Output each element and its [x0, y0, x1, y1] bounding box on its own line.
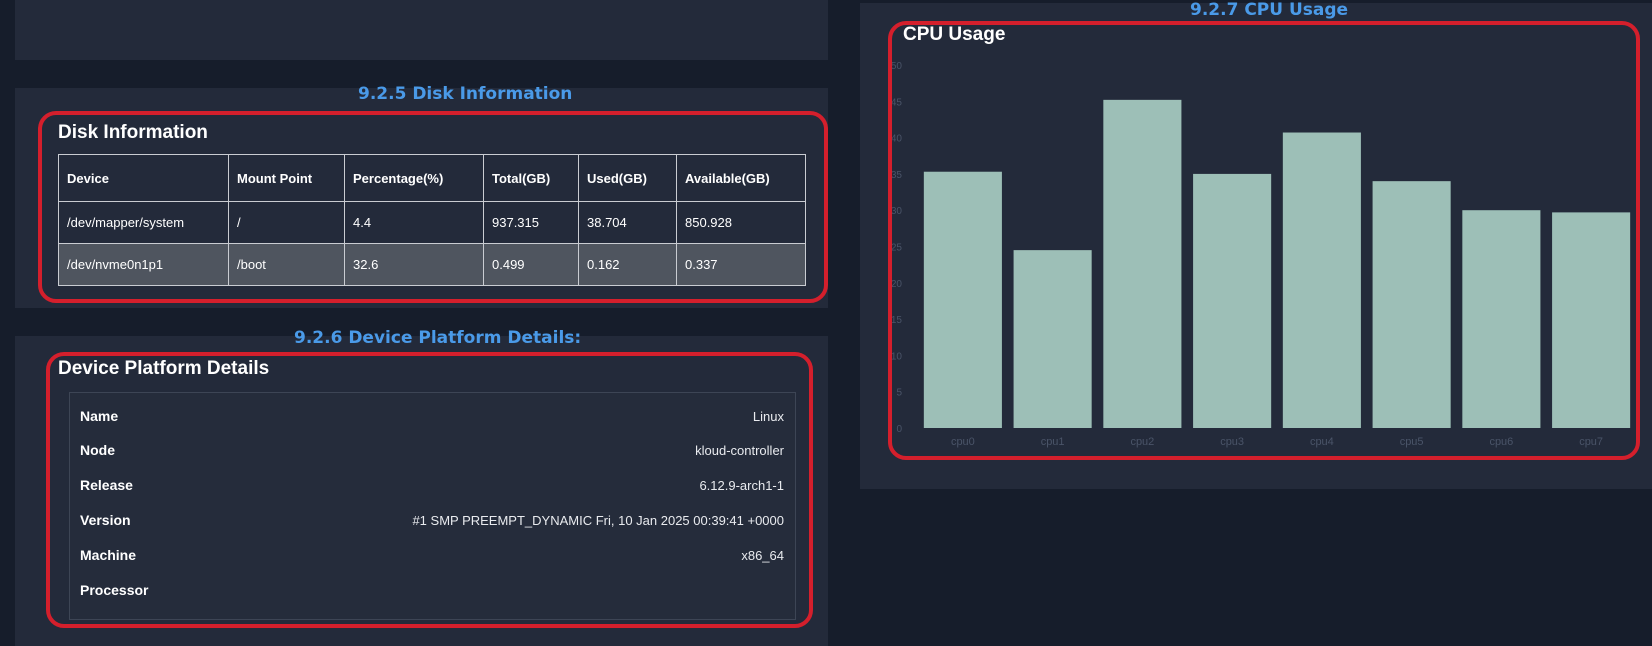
disk-section-caption: 9.2.5 Disk Information	[358, 84, 573, 104]
top-panel	[15, 0, 828, 60]
cpu-section-caption: 9.2.7 CPU Usage	[1190, 0, 1349, 20]
platform-highlight-frame	[46, 352, 813, 628]
cpu-highlight-frame	[888, 21, 1640, 460]
platform-section-caption: 9.2.6 Device Platform Details:	[294, 328, 582, 348]
disk-highlight-frame	[38, 111, 828, 303]
